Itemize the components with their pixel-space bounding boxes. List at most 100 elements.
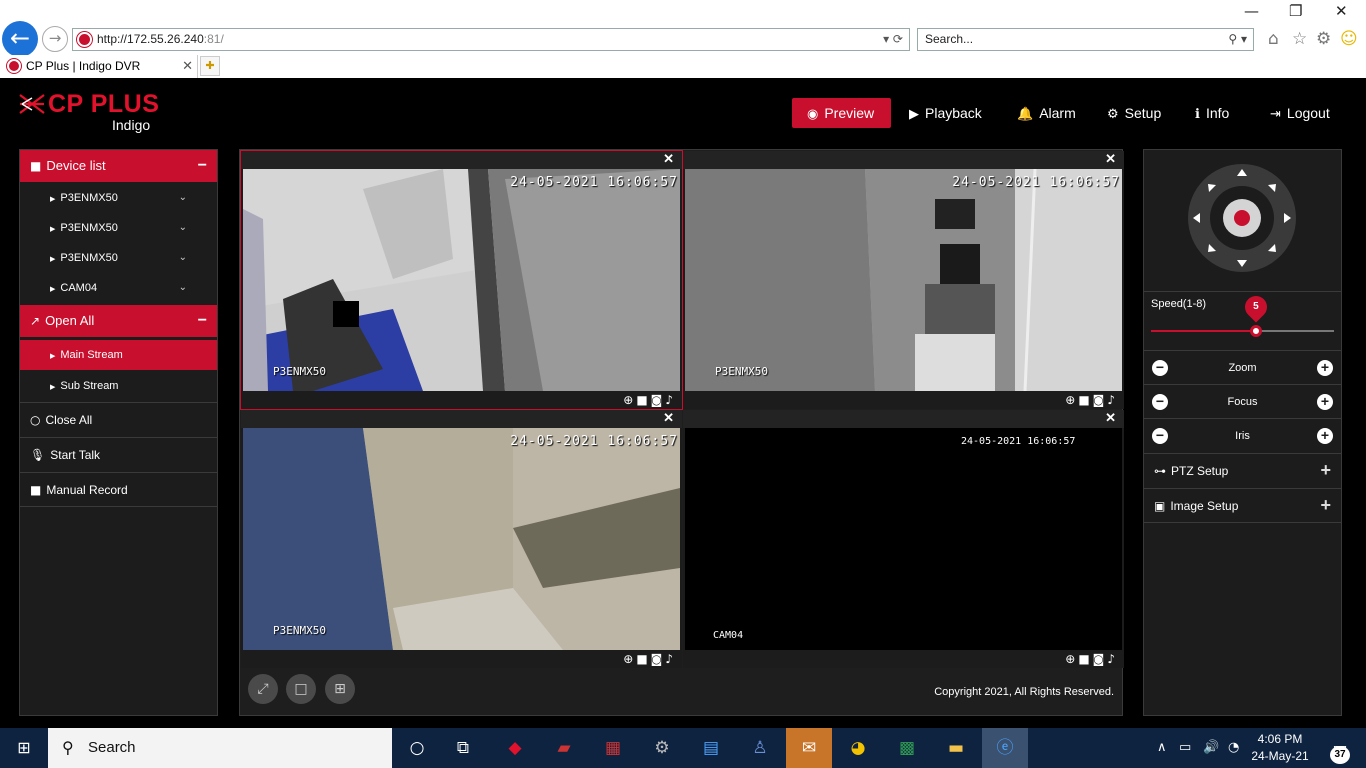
nav-alarm[interactable]: 🔔 Alarm	[1002, 98, 1091, 128]
back-button[interactable]: ←	[2, 21, 38, 57]
clock[interactable]: 4:06 PM 24-May-21	[1248, 731, 1312, 765]
favorites-star-icon[interactable]: ☆	[1292, 29, 1307, 49]
speed-slider[interactable]	[1151, 325, 1334, 337]
taskbar-search[interactable]: ⚲ Search	[48, 728, 392, 768]
app-icon-window[interactable]: ▤	[688, 728, 734, 768]
battery-icon[interactable]: ▭	[1179, 728, 1191, 768]
snapshot-icon[interactable]: ◙	[1093, 393, 1108, 407]
windows-start-icon[interactable]: ⊞	[0, 728, 48, 768]
volume-icon[interactable]: 🔊	[1203, 728, 1219, 768]
camera-feed[interactable]: 24-05-2021 16:06:57 P3ENMX50	[685, 169, 1122, 391]
speed-slider-handle[interactable]	[1250, 325, 1262, 337]
file-explorer-icon[interactable]: ▬	[933, 728, 979, 768]
open-all-header[interactable]: ↗ Open All −	[20, 305, 217, 337]
forward-button[interactable]: →	[42, 26, 68, 52]
internet-explorer-icon[interactable]: ⓔ	[982, 728, 1028, 768]
home-icon[interactable]: ⌂	[1268, 29, 1279, 49]
close-icon[interactable]: ✕	[1105, 151, 1116, 167]
snapshot-icon[interactable]: ◙	[651, 652, 666, 666]
task-view-icon[interactable]: ⧉	[440, 728, 486, 768]
zoom-icon[interactable]: ⊕	[623, 393, 636, 407]
focus-minus-icon[interactable]: −	[1152, 394, 1168, 410]
focus-plus-icon[interactable]: +	[1317, 394, 1333, 410]
browser-tab[interactable]: CP Plus | Indigo DVR ✕	[0, 55, 198, 78]
zoom-plus-icon[interactable]: +	[1317, 360, 1333, 376]
close-icon[interactable]: ✕	[1105, 410, 1116, 426]
camera-cell[interactable]: ✕ 24-05-2021 16:06:57 P3ENMX50 ⊕■◙♪	[240, 150, 683, 410]
excel-icon[interactable]: ▩	[884, 728, 930, 768]
chevron-down-icon[interactable]: ⌄	[179, 243, 187, 273]
close-window-icon[interactable]: ✕	[1335, 2, 1348, 20]
device-item[interactable]: ▶ P3ENMX50 ⌄	[20, 183, 217, 213]
record-icon[interactable]: ■	[636, 652, 650, 666]
close-tab-icon[interactable]: ✕	[182, 55, 193, 77]
ptz-dpad[interactable]	[1144, 150, 1341, 292]
audio-icon[interactable]: ♪	[665, 652, 676, 666]
device-item[interactable]: ▶ P3ENMX50 ⌄	[20, 243, 217, 273]
camera-cell[interactable]: ✕ 24-05-2021 16:06:57 P3ENMX50 ⊕■◙♪	[241, 410, 682, 668]
camera-cell[interactable]: ✕ 24-05-2021 16:06:57 CAM04 ⊕■◙♪	[683, 410, 1124, 668]
image-setup-row[interactable]: ▣ Image Setup +	[1144, 488, 1341, 523]
zoom-minus-icon[interactable]: −	[1152, 360, 1168, 376]
nav-setup[interactable]: ⚙ Setup	[1092, 98, 1176, 128]
camera-feed[interactable]: 24-05-2021 16:06:57 P3ENMX50	[243, 428, 680, 650]
record-icon[interactable]: ■	[1078, 652, 1092, 666]
app-icon-figure[interactable]: ♙	[737, 728, 783, 768]
chevron-down-icon[interactable]: ⌄	[179, 273, 187, 303]
cortana-icon[interactable]: ○	[394, 728, 440, 768]
record-icon[interactable]: ■	[636, 393, 650, 407]
nav-logout[interactable]: ⇥ Logout	[1255, 98, 1345, 128]
restore-icon[interactable]: ❐	[1289, 2, 1302, 20]
zoom-icon[interactable]: ⊕	[623, 652, 636, 666]
zoom-icon[interactable]: ⊕	[1065, 652, 1078, 666]
audio-icon[interactable]: ♪	[665, 393, 676, 407]
app-icon-76[interactable]: ▦	[590, 728, 636, 768]
search-icon[interactable]: ⚲ ▾	[1228, 29, 1247, 50]
address-bar[interactable]: http://172.55.26.240:81/ ▾ ⟳	[72, 28, 910, 51]
manual-record-item[interactable]: ■ Manual Record	[20, 472, 217, 507]
snapshot-icon[interactable]: ◙	[651, 393, 666, 407]
app-icon-gear[interactable]: ⚙	[639, 728, 685, 768]
tools-gear-icon[interactable]: ⚙	[1316, 29, 1331, 49]
iris-minus-icon[interactable]: −	[1152, 428, 1168, 444]
quad-view-button[interactable]: ⊞	[325, 674, 355, 704]
chevron-down-icon[interactable]: ⌄	[179, 183, 187, 213]
app-icon-red[interactable]: ◆	[492, 728, 538, 768]
wifi-icon[interactable]: ◔	[1228, 728, 1239, 768]
audio-icon[interactable]: ♪	[1107, 652, 1118, 666]
smiley-feedback-icon[interactable]: ☺	[1340, 29, 1358, 49]
audio-icon[interactable]: ♪	[1107, 393, 1118, 407]
fullscreen-button[interactable]: ⤢	[248, 674, 278, 704]
outlook-icon[interactable]: ✉	[786, 728, 832, 768]
collapse-icon[interactable]: −	[198, 150, 207, 182]
sub-stream-item[interactable]: ▶ Sub Stream	[20, 371, 217, 401]
expand-plus-icon[interactable]: +	[1320, 488, 1331, 523]
nav-info[interactable]: ℹ Info	[1180, 98, 1244, 128]
snapshot-icon[interactable]: ◙	[1093, 652, 1108, 666]
single-view-button[interactable]: □	[286, 674, 316, 704]
main-stream-item[interactable]: ▶ Main Stream	[20, 340, 217, 370]
chrome-icon[interactable]: ◕	[835, 728, 881, 768]
close-icon[interactable]: ✕	[663, 151, 674, 167]
close-icon[interactable]: ✕	[663, 410, 674, 426]
ptz-setup-row[interactable]: ⊶ PTZ Setup +	[1144, 453, 1341, 488]
nav-playback[interactable]: ▶ Playback	[894, 98, 997, 128]
device-item[interactable]: ▶ CAM04 ⌄	[20, 273, 217, 303]
minimize-icon[interactable]: —	[1244, 2, 1259, 20]
device-item[interactable]: ▶ P3ENMX50 ⌄	[20, 213, 217, 243]
close-all-item[interactable]: ○ Close All	[20, 402, 217, 437]
refresh-icon[interactable]: ▾ ⟳	[883, 29, 903, 50]
expand-plus-icon[interactable]: +	[1320, 453, 1331, 488]
app-icon-network[interactable]: ▰	[541, 728, 587, 768]
collapse-icon[interactable]: −	[198, 305, 207, 337]
device-list-header[interactable]: ■ Device list −	[20, 150, 217, 182]
start-talk-item[interactable]: 🎙 Start Talk	[20, 437, 217, 472]
new-tab-button[interactable]: ✚	[200, 56, 220, 76]
camera-feed[interactable]: 24-05-2021 16:06:57 CAM04	[685, 428, 1122, 650]
nav-preview[interactable]: ◉ Preview	[792, 98, 891, 128]
record-icon[interactable]: ■	[1078, 393, 1092, 407]
tray-chevron-icon[interactable]: ∧	[1157, 728, 1167, 768]
chevron-down-icon[interactable]: ⌄	[179, 213, 187, 243]
camera-feed[interactable]: 24-05-2021 16:06:57 P3ENMX50	[243, 169, 680, 391]
camera-cell[interactable]: ✕ 24-05-2021 16:06:57 P3ENMX50 ⊕■◙♪	[683, 151, 1124, 409]
